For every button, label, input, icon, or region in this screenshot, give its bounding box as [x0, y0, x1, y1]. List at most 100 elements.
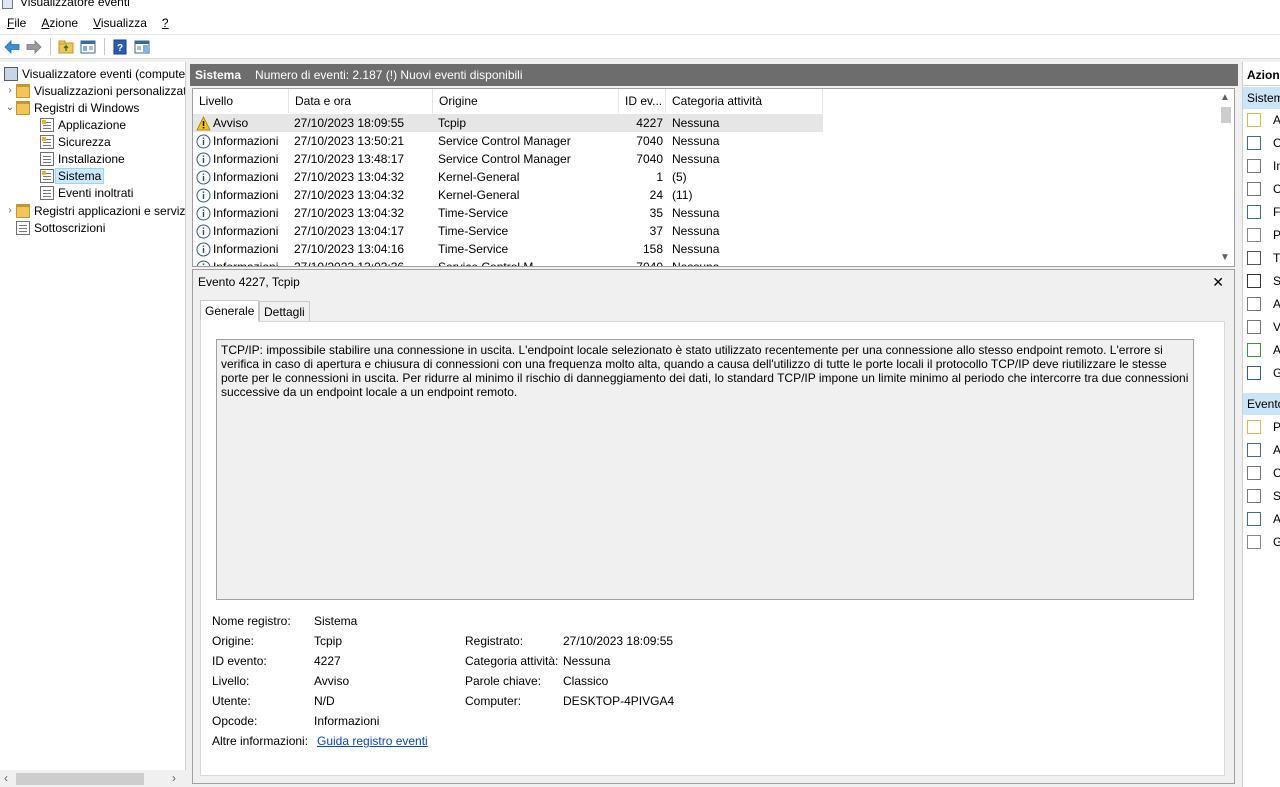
svg-text:?: ? — [116, 43, 122, 54]
menu-action[interactable]: Azione — [41, 16, 78, 30]
action-label: Fi — [1273, 205, 1280, 219]
table-row[interactable]: Informazioni 27/10/2023 13:03:36 Service C… — [193, 258, 823, 267]
menu-help[interactable]: ? — [162, 16, 169, 30]
chevron-right-icon[interactable]: › — [4, 205, 16, 216]
system-action-item[interactable]: V — [1247, 318, 1280, 336]
show-hide-tree-button[interactable] — [78, 37, 97, 56]
cell-text: 7040 — [636, 260, 663, 267]
system-action-item[interactable]: A — [1247, 111, 1280, 129]
system-action-item[interactable]: G — [1247, 364, 1280, 382]
tree-item-forwarded-events[interactable]: Eventi inoltrati — [40, 184, 133, 201]
toolbar-separator — [104, 38, 105, 55]
scroll-left-icon[interactable]: ‹ — [4, 771, 8, 785]
cell-source: Time-Service — [438, 240, 619, 258]
system-action-item[interactable]: Fi — [1247, 203, 1280, 221]
system-action-item[interactable]: Sa — [1247, 272, 1280, 290]
table-row[interactable]: Informazioni 27/10/2023 13:48:17 Service C… — [193, 150, 823, 168]
event-action-item[interactable]: Sa — [1247, 487, 1280, 505]
scroll-thumb[interactable] — [16, 773, 144, 785]
cell-text: (5) — [672, 170, 687, 184]
actions-section-event[interactable]: Evento — [1243, 393, 1280, 415]
menu-file[interactable]: File — [7, 16, 26, 30]
scroll-up-icon[interactable]: ▲ — [1220, 92, 1230, 103]
actions-section-system[interactable]: Sistema — [1243, 87, 1280, 109]
column-event-id[interactable]: ID ev... — [619, 89, 666, 113]
action-icon — [1247, 489, 1261, 503]
event-action-item[interactable]: A — [1247, 441, 1280, 459]
chevron-down-icon[interactable]: ⌄ — [4, 102, 16, 113]
column-task-category[interactable]: Categoria attività — [666, 89, 823, 113]
table-row[interactable]: Informazioni 27/10/2023 13:04:16 Time-Serv… — [193, 240, 823, 258]
table-row[interactable]: Informazioni 27/10/2023 13:50:21 Service C… — [193, 132, 823, 150]
system-action-item[interactable]: A — [1247, 341, 1280, 359]
console-tree: Visualizzatore eventi (computer › Visual… — [0, 62, 186, 787]
menu-bar: File Azione Visualizza ? — [0, 12, 1280, 34]
general-tab-body: TCP/IP: impossibile stabilire una connes… — [200, 321, 1225, 776]
system-action-item[interactable]: P — [1247, 226, 1280, 244]
tree-item-app-services-logs[interactable]: › Registri applicazioni e servizi — [4, 202, 185, 219]
show-hide-actions-button[interactable] — [132, 37, 151, 56]
tree-horizontal-scrollbar[interactable]: ‹ › — [0, 770, 186, 787]
tree-item-setup[interactable]: Installazione — [40, 150, 125, 167]
subscriptions-icon — [16, 220, 30, 235]
table-row[interactable]: Informazioni 27/10/2023 13:04:32 Kernel-Ge… — [193, 168, 823, 186]
cell-date: 27/10/2023 13:50:21 — [294, 132, 433, 150]
table-row[interactable]: Informazioni 27/10/2023 13:04:32 Kernel-Ge… — [193, 186, 823, 204]
cell-level: Informazioni — [193, 222, 289, 240]
back-button[interactable] — [2, 37, 21, 56]
cell-level: Informazioni — [193, 204, 289, 222]
cell-text: Informazioni — [213, 242, 279, 256]
event-list-vertical-scrollbar[interactable]: ▲ ▼ — [1217, 89, 1234, 266]
scroll-thumb[interactable] — [1221, 107, 1231, 123]
table-row[interactable]: Avviso 27/10/2023 18:09:55 Tcpip 4227 Nessun… — [193, 114, 823, 132]
menu-view[interactable]: Visualizza — [93, 16, 147, 30]
tree-item-system[interactable]: Sistema — [40, 167, 105, 184]
action-label: G — [1273, 535, 1280, 549]
scroll-right-icon[interactable]: › — [172, 771, 176, 785]
cell-id: 4227 — [619, 114, 663, 132]
table-row[interactable]: Informazioni 27/10/2023 13:04:32 Time-Serv… — [193, 204, 823, 222]
cell-text: Nessuna — [672, 134, 720, 148]
tab-general[interactable]: Generale — [200, 300, 260, 322]
column-level[interactable]: Livello — [193, 89, 289, 113]
forward-button[interactable] — [24, 37, 43, 56]
event-action-item[interactable]: G — [1247, 533, 1280, 551]
label-more-info: Altre informazioni: — [212, 734, 309, 748]
tab-details[interactable]: Dettagli — [259, 301, 310, 322]
event-action-item[interactable]: P — [1247, 418, 1280, 436]
event-action-item[interactable]: C — [1247, 464, 1280, 482]
scroll-down-icon[interactable]: ▼ — [1220, 252, 1230, 263]
value-log-name: Sistema — [314, 614, 358, 628]
chevron-right-icon[interactable]: › — [4, 85, 16, 96]
table-row[interactable]: Informazioni 27/10/2023 13:04:17 Time-Serv… — [193, 222, 823, 240]
label-user: Utente: — [212, 694, 251, 708]
column-source[interactable]: Origine — [433, 89, 619, 113]
event-log-help-link[interactable]: Guida registro eventi — [317, 734, 428, 748]
cell-text: Time-Service — [438, 206, 509, 220]
system-action-item[interactable]: In — [1247, 157, 1280, 175]
tree-item-application[interactable]: Applicazione — [40, 116, 126, 133]
tree-item-custom-views[interactable]: › Visualizzazioni personalizzate — [4, 82, 185, 99]
toolbar: ? — [0, 34, 1280, 59]
tree-item-windows-logs[interactable]: ⌄ Registri di Windows — [4, 99, 139, 116]
system-action-item[interactable]: Tr — [1247, 249, 1280, 267]
help-button[interactable]: ? — [110, 37, 129, 56]
event-description[interactable]: TCP/IP: impossibile stabilire una connes… — [216, 339, 1194, 600]
system-action-item[interactable]: C — [1247, 180, 1280, 198]
column-date[interactable]: Data e ora — [289, 89, 433, 113]
tree-item-security[interactable]: Sicurezza — [40, 133, 111, 150]
label-log-name: Nome registro: — [212, 614, 291, 628]
cell-category: Nessuna — [672, 114, 822, 132]
close-icon[interactable]: ✕ — [1212, 274, 1224, 291]
cell-category: Nessuna — [672, 258, 822, 266]
tree-item-subscriptions[interactable]: Sottoscrizioni — [16, 219, 105, 236]
info-icon — [196, 206, 211, 221]
value-event-id: 4227 — [314, 654, 341, 668]
label-keywords: Parole chiave: — [465, 674, 542, 688]
open-folder-button[interactable] — [56, 37, 75, 56]
event-action-item[interactable]: A — [1247, 510, 1280, 528]
action-label: Sa — [1273, 489, 1280, 503]
system-action-item[interactable]: C — [1247, 134, 1280, 152]
tree-root[interactable]: Visualizzatore eventi (computer — [4, 65, 185, 82]
system-action-item[interactable]: A — [1247, 295, 1280, 313]
